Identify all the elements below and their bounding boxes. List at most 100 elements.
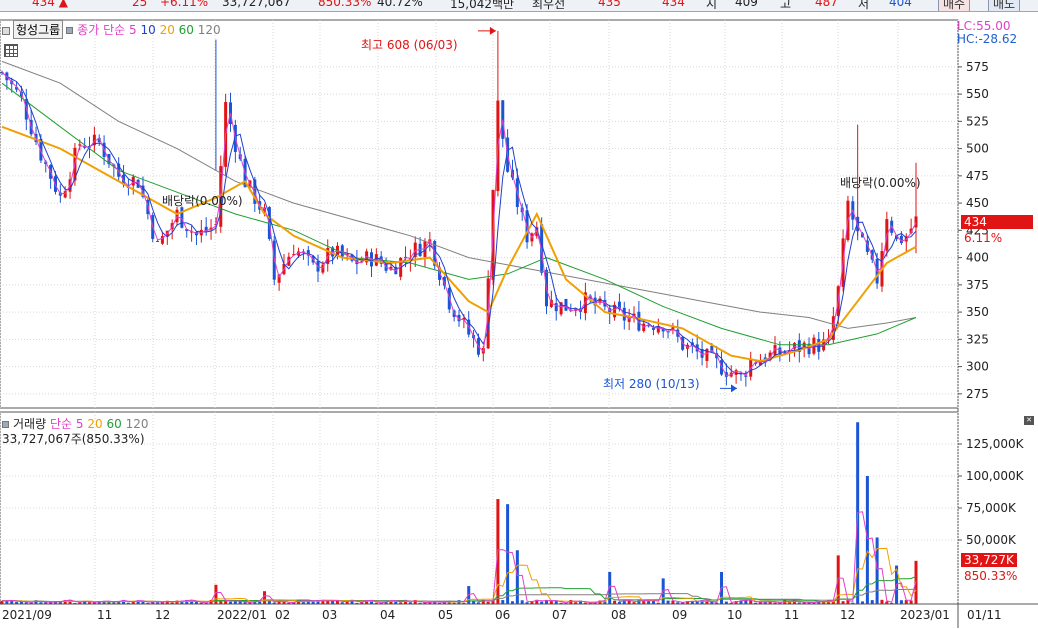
volume-bar [88,602,92,604]
dividend-label-2: 배당락(0.00%) [840,176,921,190]
quote-low: 404 [889,0,912,9]
arrow-left-head-icon [731,384,737,393]
stock-name[interactable]: 헝성그룹 [13,20,64,39]
quote-change-pct: +6.11% [160,0,209,9]
current-price-tag: 434 [961,215,1033,229]
volume-bar [146,602,150,604]
volume-bar [890,602,894,604]
x-tick-label: 2021/09 [2,608,52,622]
volume-bar [656,602,660,604]
grid-icon[interactable] [4,44,18,57]
volume-text: 33,727,067주(850.33%) [2,432,145,446]
current-price-change: 6.11% [964,231,1003,245]
quote-high-label: 고 [780,0,792,11]
candle-body [156,240,160,242]
volume-bar [841,601,845,604]
price-tick-label: 275 [966,387,989,401]
volume-bar [861,601,865,604]
close-icon[interactable]: ✕ [1024,416,1034,425]
x-tick-label: 06 [495,608,511,622]
volume-bar [408,602,412,604]
quote-open: 409 [735,0,758,9]
candle-body [564,298,568,311]
volume-bar [272,602,276,604]
current-volume-tag: 33,727K [961,553,1017,567]
candle-body [78,144,82,146]
volume-bar [632,602,636,604]
vma60-line [1,576,917,603]
x-tick-label: 11 [784,608,800,622]
volume-bar [267,601,271,604]
quote-volume: 33,727,067 [222,0,291,9]
ma120-label: 120 [197,23,221,37]
chart-svg[interactable]: 575550525500475450425400375350325300275 … [0,12,1038,629]
volume-bar [399,602,403,604]
volume-bar [238,601,242,604]
price-tick-label: 525 [966,114,989,128]
volume-bar [773,602,777,604]
volume-bars [0,422,918,604]
volume-bar [374,602,378,604]
ma20-label: 20 [159,23,175,37]
quote-best-bid: 435 [598,0,621,9]
volume-bar [510,601,514,604]
volume-bar [559,602,563,604]
x-tick-label: 08 [611,608,627,622]
x-tick-label: 2022/01 [217,608,267,622]
volume-bar [340,602,344,604]
volume-bar [243,602,247,604]
x-tick-label: 04 [380,608,396,622]
volume-bar [549,601,553,604]
x-tick-label: 02 [275,608,291,622]
x-tick-label: 10 [727,608,743,622]
volume-bar [875,537,879,604]
volume-tick-label: 125,000K [966,437,1025,451]
volume-legend-square-icon [2,421,9,428]
price-tick-label: 475 [966,169,989,183]
price-tick-label: 375 [966,278,989,292]
chart-grid [0,20,959,604]
volume-title: 거래량 [13,417,47,431]
volume-bar [126,602,130,604]
sell-button[interactable]: 매도 [988,0,1021,11]
volume-bar [788,602,792,604]
volume-ma-prefix: 단순 [49,417,73,431]
price-tick-label: 550 [966,87,989,101]
volume-bar [506,504,510,604]
volume-bar [885,601,889,604]
volume-bar [520,600,524,604]
volume-bar [540,601,544,604]
volume-bar [812,602,816,604]
x-tick-label: 01/11 [967,608,1002,622]
volume-bar [199,602,203,604]
volume-bar [462,602,466,604]
buy-button[interactable]: 매수 [938,0,971,11]
volume-bar [282,601,286,604]
volume-bar [287,602,291,604]
quote-open-label: 시 [706,0,718,11]
ma60-label: 60 [178,23,194,37]
vma20-line [1,547,917,603]
legend-square-icon [66,27,74,34]
volume-bar [501,600,505,604]
volume-bar [676,602,680,604]
volume-ma-lines [1,511,917,604]
ma5-label: 5 [128,23,137,37]
price-tick-label: 575 [966,60,989,74]
legend-toggle-icon[interactable] [2,26,10,35]
volume-bar [613,600,617,604]
x-tick-label: 07 [552,608,568,622]
quote-bar: 434 ▲ 25 +6.11% 33,727,067 850.33% 40.72… [0,0,1038,12]
price-tick-label: 300 [966,360,989,374]
arrow-right-head-icon [489,26,496,35]
lc-hc-labels: LC:55.00 HC:-28.62 [957,20,1017,46]
price-tick-label: 450 [966,196,989,210]
x-tick-label: 05 [438,608,454,622]
x-tick-label: 03 [322,608,338,622]
volume-bar [452,602,456,604]
volume-bar [583,602,587,604]
volume-bar [194,601,198,604]
volume-bar [729,602,733,604]
volume-bar [24,602,28,604]
quote-low-label: 저 [858,0,870,11]
